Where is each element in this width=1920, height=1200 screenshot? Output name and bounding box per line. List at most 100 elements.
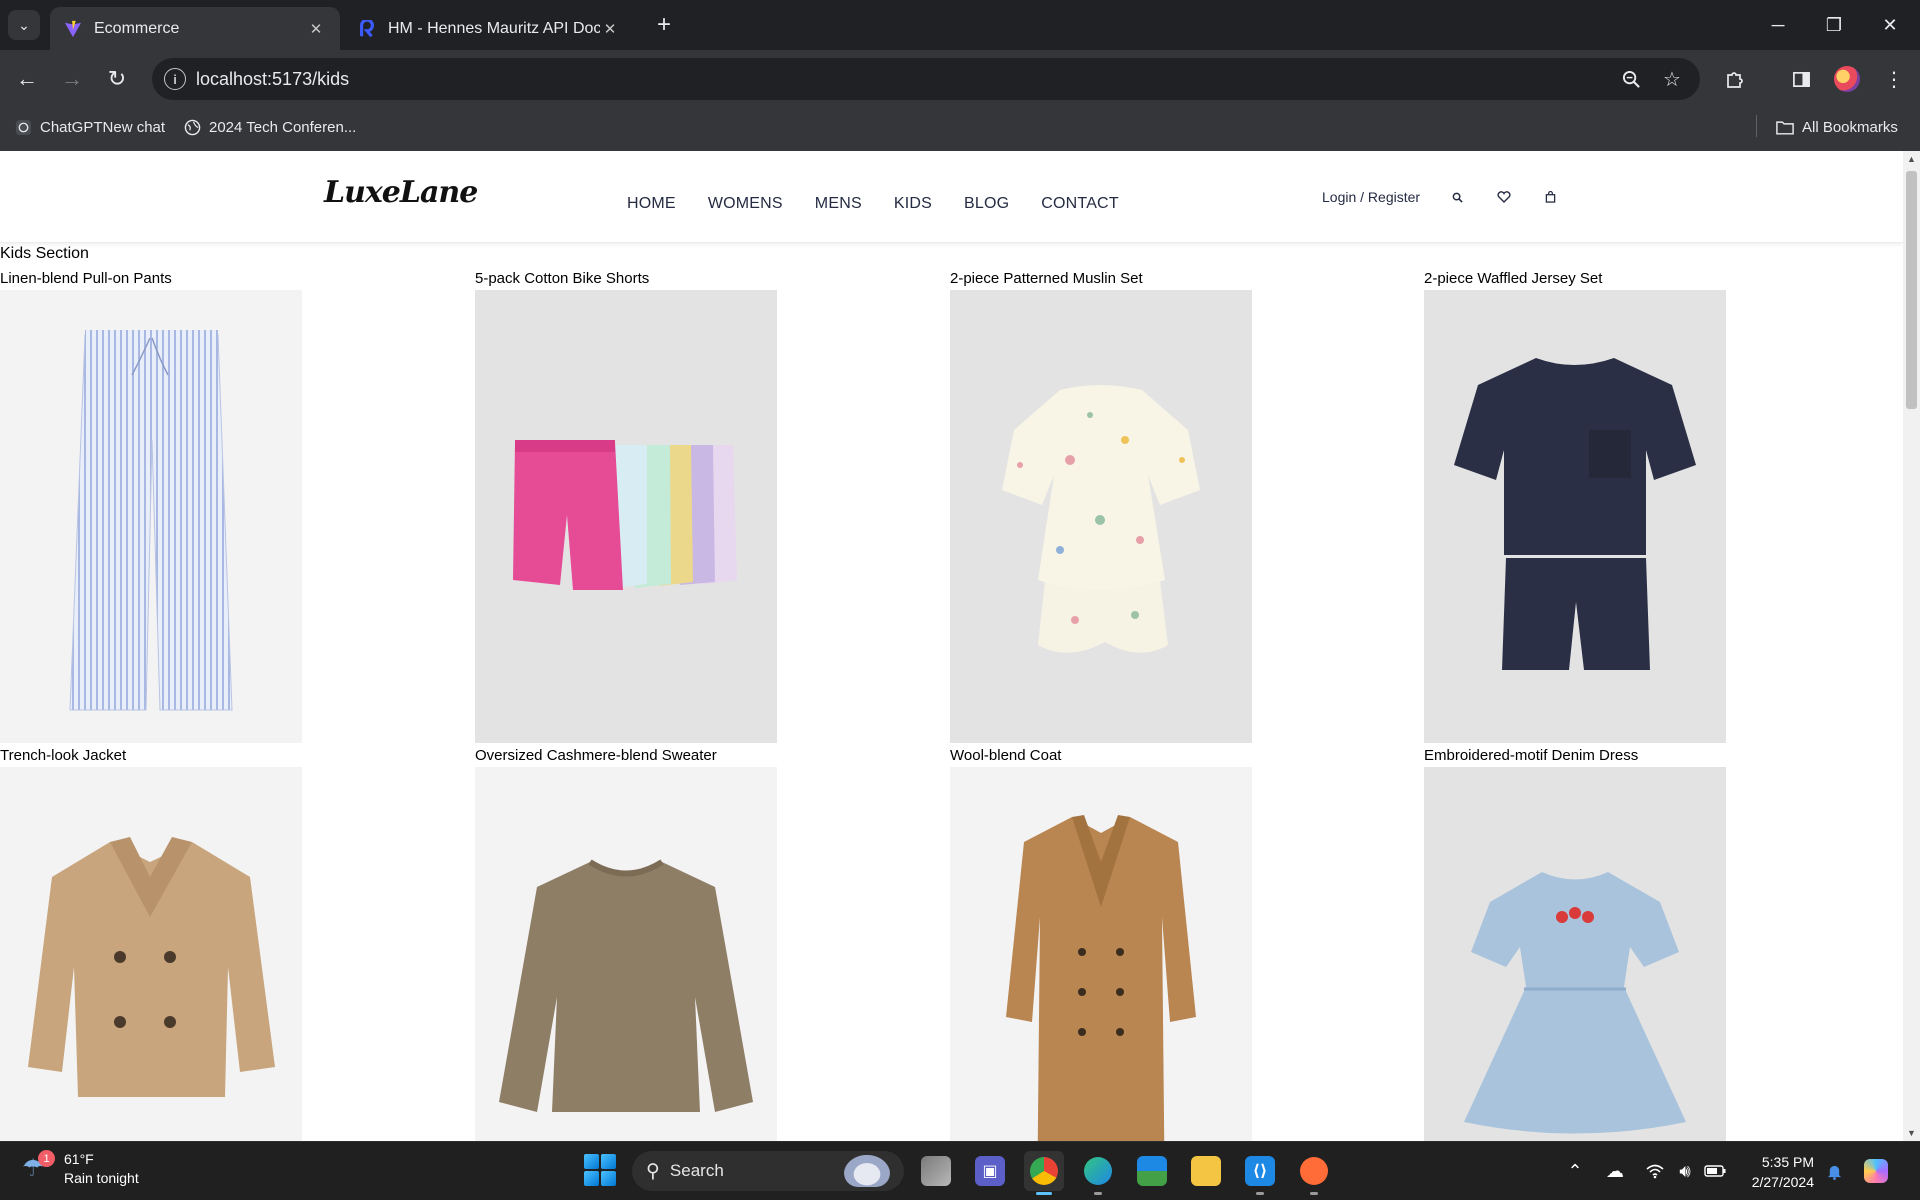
- weather-desc: Rain tonight: [64, 1170, 139, 1186]
- chatgpt-icon: [14, 118, 32, 136]
- login-register-link[interactable]: Login / Register: [1322, 189, 1420, 205]
- folder-icon: [1776, 118, 1794, 136]
- tab-title: Ecommerce: [94, 19, 180, 37]
- product-card[interactable]: 2-piece Waffled Jersey Set: [1424, 269, 1726, 743]
- product-card[interactable]: Oversized Cashmere-blend Sweater: [475, 746, 777, 1141]
- product-card[interactable]: Trench-look Jacket: [0, 746, 302, 1141]
- product-card[interactable]: 5-pack Cotton Bike Shorts: [475, 269, 777, 743]
- product-card[interactable]: Embroidered-motif Denim Dress: [1424, 746, 1726, 1141]
- profile-avatar[interactable]: [1834, 66, 1860, 92]
- product-image-sweater[interactable]: [475, 767, 777, 1141]
- product-name[interactable]: 2-piece Waffled Jersey Set: [1424, 269, 1726, 290]
- onedrive-cloud-icon[interactable]: ☁: [1603, 1159, 1627, 1183]
- windows-start-icon[interactable]: [584, 1154, 616, 1186]
- side-panel-icon[interactable]: [1786, 64, 1816, 94]
- tab-ecommerce[interactable]: Ecommerce ✕: [50, 7, 340, 50]
- forward-arrow-icon[interactable]: →: [55, 62, 89, 96]
- scroll-down-arrow-icon[interactable]: ▼: [1907, 1128, 1916, 1138]
- product-name[interactable]: Trench-look Jacket: [0, 746, 302, 767]
- product-name[interactable]: Oversized Cashmere-blend Sweater: [475, 746, 777, 767]
- show-hidden-icons-chevron-icon[interactable]: ⌃: [1563, 1159, 1587, 1183]
- site-info-icon[interactable]: i: [164, 68, 186, 90]
- vite-icon: [64, 20, 82, 38]
- product-image-denim-dress[interactable]: [1424, 767, 1726, 1141]
- page-scrollbar[interactable]: ▲ ▼: [1903, 151, 1920, 1141]
- zoom-icon[interactable]: [1618, 66, 1644, 92]
- bookmark-chatgpt[interactable]: ChatGPTNew chat: [14, 118, 165, 136]
- file-explorer-icon[interactable]: [1186, 1151, 1226, 1191]
- bookmark-label: 2024 Tech Conferen...: [209, 118, 357, 136]
- notification-bell-icon[interactable]: [1822, 1159, 1846, 1183]
- taskbar-search-label: Search: [669, 1161, 724, 1180]
- cart-bag-icon[interactable]: [1542, 189, 1558, 205]
- product-card[interactable]: Wool-blend Coat: [950, 746, 1252, 1141]
- reload-icon[interactable]: ↻: [100, 62, 134, 96]
- site-logo[interactable]: LuxeLane: [324, 175, 478, 210]
- globe-icon: [183, 118, 201, 136]
- tab-close-icon[interactable]: ✕: [306, 20, 326, 38]
- back-arrow-icon[interactable]: ←: [10, 62, 44, 96]
- product-name[interactable]: Wool-blend Coat: [950, 746, 1252, 767]
- product-name[interactable]: 2-piece Patterned Muslin Set: [950, 269, 1252, 290]
- copilot-icon[interactable]: [1864, 1159, 1888, 1183]
- weather-widget[interactable]: ☂ 1 61°F Rain tonight: [22, 1150, 139, 1188]
- product-name[interactable]: 5-pack Cotton Bike Shorts: [475, 269, 777, 290]
- rain-umbrella-icon: ☂ 1: [22, 1150, 55, 1184]
- new-tab-plus-icon[interactable]: +: [650, 11, 678, 39]
- nav-womens[interactable]: WOMENS: [708, 195, 783, 213]
- nav-blog[interactable]: BLOG: [964, 195, 1009, 213]
- tab-hm-api-docs[interactable]: HM - Hennes Mauritz API Docu ✕: [344, 7, 634, 50]
- vscode-icon[interactable]: ⟨⟩: [1240, 1151, 1280, 1195]
- taskbar-search[interactable]: ⚲ Search: [632, 1151, 904, 1191]
- microsoft-store-icon[interactable]: [1132, 1151, 1172, 1191]
- clock-date: 2/27/2024: [1751, 1174, 1814, 1190]
- product-image-bike-shorts[interactable]: [475, 290, 777, 743]
- product-image-striped-pants[interactable]: [0, 290, 302, 743]
- bookmarks-bar: ChatGPTNew chat 2024 Tech Conferen... Al…: [0, 108, 1920, 151]
- scroll-up-arrow-icon[interactable]: ▲: [1907, 154, 1916, 164]
- nav-home[interactable]: HOME: [627, 195, 676, 213]
- product-image-wool-coat[interactable]: [950, 767, 1252, 1141]
- page-viewport: LuxeLane HOME WOMENS MENS KIDS BLOG CONT…: [0, 151, 1903, 1141]
- search-icon: ⚲: [646, 1160, 660, 1182]
- minimize-icon[interactable]: ─: [1750, 0, 1806, 50]
- all-bookmarks[interactable]: All Bookmarks: [1776, 118, 1898, 136]
- address-bar[interactable]: i localhost:5173/kids ☆: [152, 58, 1700, 100]
- bookmark-tech-conference[interactable]: 2024 Tech Conferen...: [183, 118, 356, 136]
- chrome-icon[interactable]: [1024, 1151, 1064, 1195]
- restore-icon[interactable]: ❐: [1806, 0, 1862, 50]
- product-card[interactable]: Linen-blend Pull-on Pants: [0, 269, 302, 743]
- system-clock[interactable]: 5:35 PM 2/27/2024: [1748, 1152, 1814, 1192]
- volume-icon[interactable]: 🔊︎: [1673, 1159, 1697, 1183]
- tab-search-chevron-icon[interactable]: ⌄: [8, 10, 40, 40]
- product-name[interactable]: Embroidered-motif Denim Dress: [1424, 746, 1726, 767]
- url-text[interactable]: localhost:5173/kids: [196, 69, 349, 90]
- product-card[interactable]: 2-piece Patterned Muslin Set: [950, 269, 1252, 743]
- bookmark-label: ChatGPTNew chat: [40, 118, 166, 136]
- tab-close-icon[interactable]: ✕: [600, 20, 620, 38]
- kebab-menu-icon[interactable]: ⋮: [1879, 64, 1909, 94]
- product-image-navy-set[interactable]: [1424, 290, 1726, 743]
- bookmarks-separator: [1756, 115, 1757, 137]
- site-header: LuxeLane HOME WOMENS MENS KIDS BLOG CONT…: [0, 151, 1903, 243]
- task-view-icon[interactable]: [916, 1151, 956, 1191]
- nav-kids[interactable]: KIDS: [894, 195, 932, 213]
- scroll-thumb[interactable]: [1906, 171, 1917, 409]
- nav-mens[interactable]: MENS: [815, 195, 862, 213]
- nav-contact[interactable]: CONTACT: [1041, 195, 1119, 213]
- edge-icon[interactable]: [1078, 1151, 1118, 1195]
- close-window-icon[interactable]: ✕: [1862, 0, 1918, 50]
- teams-chat-icon[interactable]: ▣: [970, 1151, 1010, 1191]
- heart-icon[interactable]: [1496, 189, 1512, 205]
- extensions-puzzle-icon[interactable]: [1720, 64, 1750, 94]
- product-image-floral-set[interactable]: [950, 290, 1252, 743]
- product-image-trench-jacket[interactable]: [0, 767, 302, 1141]
- weather-temp: 61°F: [64, 1151, 94, 1167]
- bookmark-star-icon[interactable]: ☆: [1659, 66, 1685, 92]
- postman-icon[interactable]: [1294, 1151, 1334, 1195]
- battery-icon[interactable]: [1703, 1159, 1727, 1183]
- browser-tab-strip: ⌄ Ecommerce ✕ HM - Hennes Mauritz API Do…: [0, 0, 1920, 50]
- wifi-icon[interactable]: [1643, 1159, 1667, 1183]
- search-icon[interactable]: [1449, 189, 1465, 205]
- product-name[interactable]: Linen-blend Pull-on Pants: [0, 269, 302, 290]
